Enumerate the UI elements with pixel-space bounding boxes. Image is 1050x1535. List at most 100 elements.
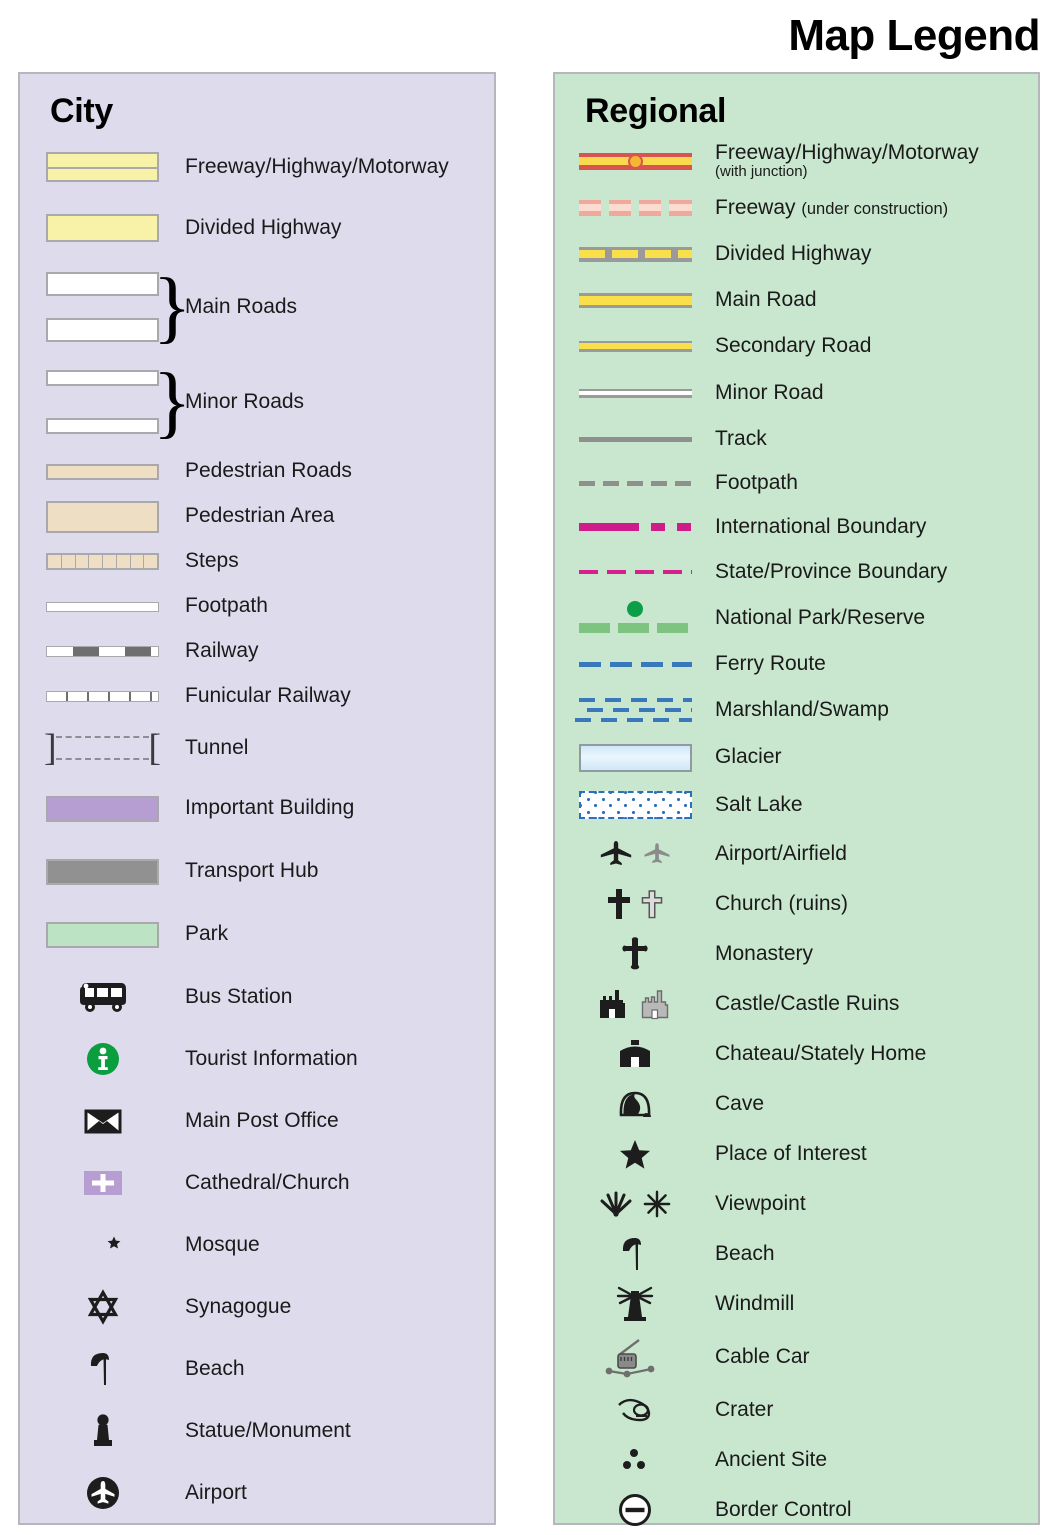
legend-item-regional-main-road[interactable]: Main Road <box>555 277 1038 323</box>
legend-label: Chateau/Stately Home <box>715 1041 927 1065</box>
legend-label: Ancient Site <box>715 1447 828 1471</box>
legend-label: Castle/Castle Ruins <box>715 991 900 1015</box>
legend-label: Freeway/Highway/Motorway (with junction) <box>715 141 979 181</box>
city-transport-hub-symbol <box>20 858 185 885</box>
legend-item-city-freeway[interactable]: Freeway/Highway/Motorway <box>20 137 494 197</box>
legend-item-regional-place-of-interest[interactable]: Place of Interest <box>555 1129 1038 1179</box>
legend-item-regional-international-boundary[interactable]: International Boundary <box>555 505 1038 549</box>
legend-label: Pedestrian Area <box>185 504 335 528</box>
legend-label: Border Control <box>715 1497 852 1521</box>
legend-item-city-cathedral[interactable]: Cathedral/Church <box>20 1152 494 1214</box>
airport-circle-icon <box>20 1475 185 1511</box>
legend-item-regional-ferry-route[interactable]: Ferry Route <box>555 641 1038 687</box>
legend-item-regional-cable-car[interactable]: Cable Car <box>555 1329 1038 1385</box>
legend-item-regional-crater[interactable]: Crater <box>555 1385 1038 1435</box>
legend-label: Tourist Information <box>185 1046 358 1070</box>
legend-item-regional-secondary-road[interactable]: Secondary Road <box>555 323 1038 369</box>
legend-item-regional-chateau[interactable]: Chateau/Stately Home <box>555 1029 1038 1079</box>
city-funicular-railway-symbol <box>20 691 185 702</box>
legend-item-regional-airport[interactable]: Airport/Airfield <box>555 829 1038 879</box>
legend-label: Divided Highway <box>715 241 872 265</box>
legend-label: Church (ruins) <box>715 891 849 915</box>
legend-label-sub: (with junction) <box>715 163 808 181</box>
legend-item-regional-divided-highway[interactable]: Divided Highway <box>555 231 1038 277</box>
legend-label: Secondary Road <box>715 333 872 357</box>
legend-item-regional-windmill[interactable]: Windmill <box>555 1279 1038 1329</box>
legend-item-city-pedestrian-area[interactable]: Pedestrian Area <box>20 494 494 539</box>
city-footpath-symbol <box>20 601 185 612</box>
legend-item-regional-minor-road[interactable]: Minor Road <box>555 369 1038 417</box>
city-park-symbol <box>20 921 185 948</box>
legend-item-city-railway[interactable]: Railway <box>20 629 494 674</box>
legend-item-city-divided-highway[interactable]: Divided Highway <box>20 197 494 259</box>
legend-item-city-park[interactable]: Park <box>20 903 494 966</box>
cave-icon <box>555 1089 715 1119</box>
city-legend-panel: City Freeway/Highway/Motorway Divided Hi… <box>18 72 496 1525</box>
city-pedestrian-area-symbol <box>20 500 185 533</box>
legend-label: Minor Roads <box>185 389 305 413</box>
regional-legend-panel: Regional Freeway/Highway/Motorway (with … <box>553 72 1040 1526</box>
legend-item-regional-cave[interactable]: Cave <box>555 1079 1038 1129</box>
legend-item-regional-glacier[interactable]: Glacier <box>555 734 1038 781</box>
castle-pair-icon <box>555 988 715 1020</box>
regional-panel-heading: Regional <box>585 92 727 130</box>
regional-international-boundary-symbol <box>555 523 715 531</box>
regional-footpath-symbol <box>555 480 715 486</box>
legend-item-city-synagogue[interactable]: Synagogue <box>20 1276 494 1338</box>
legend-label: Divided Highway <box>185 215 342 239</box>
legend-item-regional-viewpoint[interactable]: Viewpoint <box>555 1179 1038 1229</box>
legend-item-regional-church[interactable]: Church (ruins) <box>555 879 1038 929</box>
legend-item-city-statue[interactable]: Statue/Monument <box>20 1400 494 1462</box>
legend-item-regional-track[interactable]: Track <box>555 417 1038 461</box>
legend-item-city-main-roads[interactable]: } Main Roads <box>20 259 494 355</box>
legend-item-regional-ancient-site[interactable]: Ancient Site <box>555 1435 1038 1485</box>
city-panel-heading: City <box>50 92 114 130</box>
ancient-site-icon <box>555 1446 715 1474</box>
city-railway-symbol <box>20 646 185 657</box>
legend-label: Mosque <box>185 1232 260 1256</box>
legend-item-regional-state-boundary[interactable]: State/Province Boundary <box>555 549 1038 595</box>
legend-item-city-funicular-railway[interactable]: Funicular Railway <box>20 674 494 719</box>
regional-divided-highway-symbol <box>555 246 715 262</box>
legend-item-regional-border-control[interactable]: Border Control <box>555 1485 1038 1535</box>
regional-secondary-road-symbol <box>555 340 715 352</box>
legend-item-regional-monastery[interactable]: Monastery <box>555 929 1038 979</box>
legend-item-city-pedestrian-roads[interactable]: Pedestrian Roads <box>20 449 494 494</box>
legend-item-city-steps[interactable]: Steps <box>20 539 494 584</box>
legend-label: Beach <box>185 1356 245 1380</box>
legend-label: Cable Car <box>715 1344 810 1368</box>
legend-item-city-bus-station[interactable]: Bus Station <box>20 966 494 1028</box>
legend-item-regional-salt-lake[interactable]: Salt Lake <box>555 781 1038 829</box>
legend-label: Railway <box>185 639 259 663</box>
legend-label: Freeway (under construction) <box>715 196 948 220</box>
star-of-david-icon <box>20 1289 185 1325</box>
legend-item-city-beach[interactable]: Beach <box>20 1338 494 1400</box>
legend-item-regional-footpath[interactable]: Footpath <box>555 461 1038 505</box>
legend-item-city-post-office[interactable]: Main Post Office <box>20 1090 494 1152</box>
legend-label: National Park/Reserve <box>715 605 926 629</box>
legend-item-city-mosque[interactable]: Mosque <box>20 1214 494 1276</box>
cable-car-icon <box>555 1335 715 1379</box>
legend-item-city-transport-hub[interactable]: Transport Hub <box>20 840 494 903</box>
legend-item-city-airport[interactable]: Airport <box>20 1462 494 1524</box>
page-title: Map Legend <box>788 11 1040 60</box>
legend-label: Statue/Monument <box>185 1418 351 1442</box>
legend-item-regional-freeway-uc[interactable]: Freeway (under construction) <box>555 185 1038 231</box>
legend-item-city-important-building[interactable]: Important Building <box>20 777 494 840</box>
star-icon <box>555 1139 715 1170</box>
legend-label: Marshland/Swamp <box>715 698 889 722</box>
chateau-icon <box>555 1039 715 1069</box>
legend-item-city-tourist-information[interactable]: Tourist Information <box>20 1028 494 1090</box>
legend-label: Bus Station <box>185 984 293 1008</box>
legend-item-city-tunnel[interactable]: ] [ Tunnel <box>20 719 494 777</box>
legend-item-regional-beach[interactable]: Beach <box>555 1229 1038 1279</box>
legend-item-regional-castle[interactable]: Castle/Castle Ruins <box>555 979 1038 1029</box>
legend-label: Beach <box>715 1241 775 1265</box>
city-important-building-symbol <box>20 795 185 822</box>
city-tunnel-symbol: ] [ <box>44 727 161 769</box>
legend-item-regional-freeway[interactable]: Freeway/Highway/Motorway (with junction) <box>555 137 1038 185</box>
legend-item-city-footpath[interactable]: Footpath <box>20 584 494 629</box>
legend-item-regional-national-park[interactable]: National Park/Reserve <box>555 595 1038 641</box>
legend-item-city-minor-roads[interactable]: } Minor Roads <box>20 355 494 449</box>
legend-item-regional-marshland[interactable]: Marshland/Swamp <box>555 687 1038 734</box>
